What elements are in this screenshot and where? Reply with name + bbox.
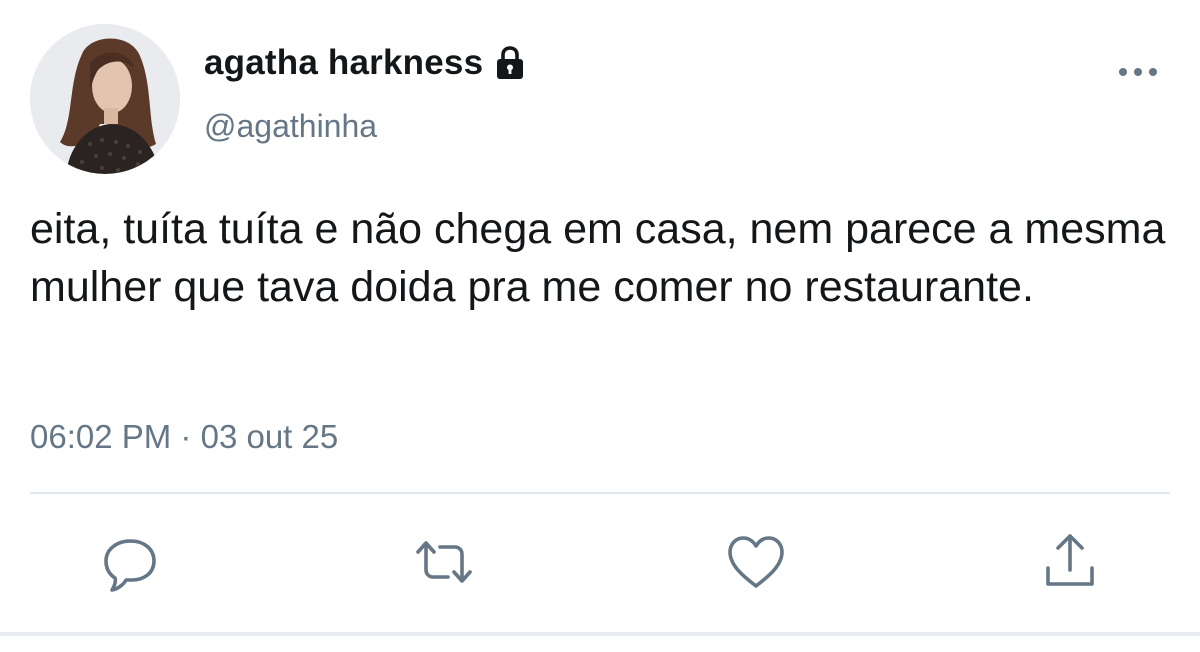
timestamp-separator: · — [180, 418, 192, 455]
divider — [30, 492, 1170, 494]
display-name[interactable]: agatha harkness — [204, 43, 483, 83]
tweet-actions — [0, 530, 1200, 600]
lock-icon — [491, 44, 529, 82]
reply-button[interactable] — [98, 530, 162, 594]
heart-icon — [728, 536, 784, 588]
reply-icon — [104, 539, 156, 592]
share-button[interactable] — [1038, 530, 1102, 594]
retweet-button[interactable] — [412, 530, 476, 594]
user-handle[interactable]: @agathinha — [204, 108, 377, 145]
avatar-image — [30, 24, 180, 174]
tweet-timestamp[interactable]: 06:02 PM · 03 out 25 — [30, 418, 338, 456]
retweet-icon — [416, 541, 472, 583]
avatar[interactable] — [30, 24, 180, 174]
tweet-text: eita, tuíta tuíta e não chega em casa, n… — [30, 205, 1166, 311]
name-row: agatha harkness — [204, 40, 529, 86]
tweet-time: 06:02 PM — [30, 418, 172, 455]
like-button[interactable] — [724, 530, 788, 594]
more-horizontal-icon[interactable] — [1114, 60, 1162, 84]
tweet-bottom-border — [0, 632, 1200, 636]
share-icon — [1046, 534, 1094, 586]
tweet-date: 03 out 25 — [200, 418, 339, 455]
tweet: agatha harkness @agathinha eita, tuíta t… — [0, 0, 1200, 652]
